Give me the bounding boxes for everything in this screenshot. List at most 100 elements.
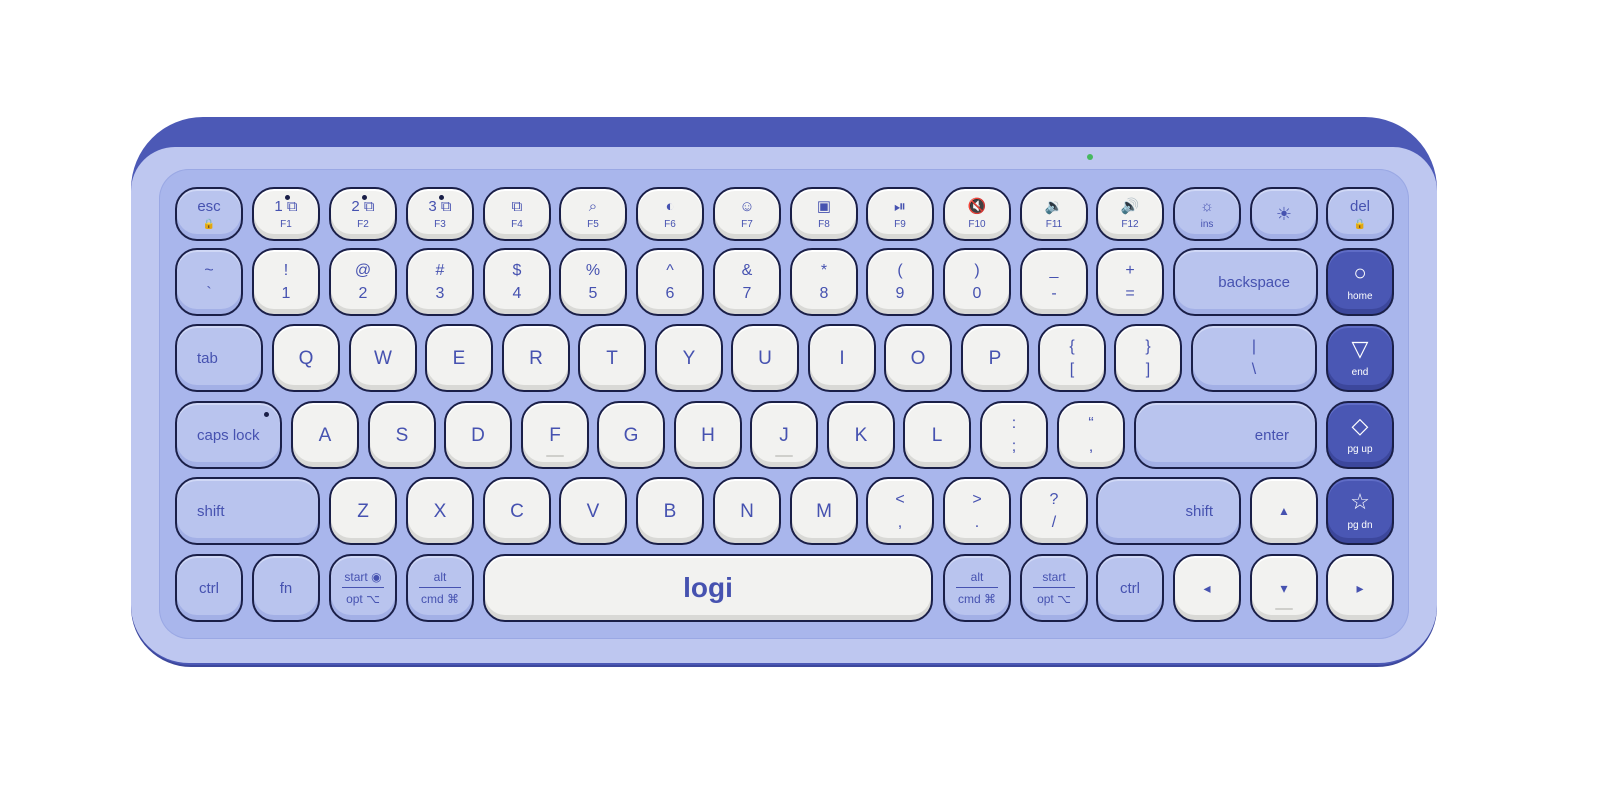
key-c[interactable]: C [483,477,551,545]
key-w[interactable]: W [349,324,417,392]
key-f8[interactable]: ▣ F8 [790,187,858,241]
star-icon: ☆ [1350,489,1370,514]
key-h[interactable]: H [674,401,742,469]
key-semicolon[interactable]: : ; [980,401,1048,469]
key-backslash[interactable]: | \ [1191,324,1317,392]
key-f12[interactable]: 🔊 F12 [1096,187,1164,241]
key-e[interactable]: E [425,324,493,392]
key-tab[interactable]: tab [175,324,263,392]
key-shift-label: ) [974,261,980,279]
key-6[interactable]: ^ 6 [636,248,704,316]
logi-logo: logi [683,572,733,603]
key-9[interactable]: ( 9 [866,248,934,316]
key-8[interactable]: * 8 [790,248,858,316]
key-del[interactable]: del 🔒 [1326,187,1394,241]
key-arrow-right[interactable]: ▸ [1326,554,1394,622]
key-ctrl-right[interactable]: ctrl [1096,554,1164,622]
key-quote[interactable]: “ ‚ [1057,401,1125,469]
lock-icon: 🔒 [1353,218,1367,230]
key-backtick[interactable]: ~ ` [175,248,243,316]
key-a[interactable]: A [291,401,359,469]
key-end[interactable]: ▽ end [1326,324,1394,392]
key-pg-dn[interactable]: ☆ pg dn [1326,477,1394,545]
key-backspace[interactable]: backspace [1173,248,1318,316]
key-l[interactable]: L [903,401,971,469]
key-label: / [1051,513,1057,531]
key-shift-left[interactable]: shift [175,477,320,545]
key-label: = [1125,284,1135,302]
key-equals[interactable]: + = [1096,248,1164,316]
key-j[interactable]: J [750,401,818,469]
key-4[interactable]: $ 4 [483,248,551,316]
key-enter[interactable]: enter [1134,401,1317,469]
key-f[interactable]: F [521,401,589,469]
key-sublabel: F1 [280,218,292,230]
key-g[interactable]: G [597,401,665,469]
key-f5[interactable]: ⌕ F5 [559,187,627,241]
key-t[interactable]: T [578,324,646,392]
key-f1[interactable]: 1 ⧉ F1 [252,187,320,241]
key-r[interactable]: R [502,324,570,392]
key-label: del [1349,197,1371,215]
key-period[interactable]: > . [943,477,1011,545]
key-2[interactable]: @ 2 [329,248,397,316]
key-f3[interactable]: 3 ⧉ F3 [406,187,474,241]
key-q[interactable]: Q [272,324,340,392]
key-k[interactable]: K [827,401,895,469]
key-d[interactable]: D [444,401,512,469]
key-shift-label: { [1069,337,1075,355]
key-p[interactable]: P [961,324,1029,392]
key-esc[interactable]: esc 🔒 [175,187,243,241]
key-ctrl-left[interactable]: ctrl [175,554,243,622]
key-7[interactable]: & 7 [713,248,781,316]
key-start-opt-right[interactable]: start opt ⌥ [1020,554,1088,622]
key-f4[interactable]: ⧉ F4 [483,187,551,241]
key-f2[interactable]: 2 ⧉ F2 [329,187,397,241]
key-alt-cmd-right[interactable]: alt cmd ⌘ [943,554,1011,622]
diamond-icon: ◇ [1351,413,1369,438]
key-f6[interactable]: ◐ F6 [636,187,704,241]
key-pg-up[interactable]: ◇ pg up [1326,401,1394,469]
key-alt-cmd-left[interactable]: alt cmd ⌘ [406,554,474,622]
key-m[interactable]: M [790,477,858,545]
key-caps-lock[interactable]: caps lock [175,401,282,469]
key-label-mac: opt ⌥ [346,592,380,607]
key-o[interactable]: O [884,324,952,392]
key-1[interactable]: ! 1 [252,248,320,316]
key-v[interactable]: V [559,477,627,545]
key-slash[interactable]: ? / [1020,477,1088,545]
key-label: , [897,513,903,531]
key-3[interactable]: # 3 [406,248,474,316]
key-5[interactable]: % 5 [559,248,627,316]
key-f9[interactable]: ⏯ F9 [866,187,934,241]
key-s[interactable]: S [368,401,436,469]
key-shift-label: | [1251,337,1257,355]
key-brightness-up[interactable]: ☀ [1250,187,1318,241]
key-arrow-up[interactable]: ▲ [1250,477,1318,545]
key-sublabel: F6 [664,218,676,230]
key-brightness-down[interactable]: ☼ ins [1173,187,1241,241]
key-b[interactable]: B [636,477,704,545]
key-f7[interactable]: ☺ F7 [713,187,781,241]
key-arrow-down[interactable]: ▾ [1250,554,1318,622]
key-space[interactable]: logi [483,554,933,622]
key-home[interactable]: ○ home [1326,248,1394,316]
key-x[interactable]: X [406,477,474,545]
key-n[interactable]: N [713,477,781,545]
key-minus[interactable]: _ - [1020,248,1088,316]
key-f10[interactable]: 🔇 F10 [943,187,1011,241]
key-i[interactable]: I [808,324,876,392]
key-comma[interactable]: < , [866,477,934,545]
key-fn[interactable]: fn [252,554,320,622]
key-u[interactable]: U [731,324,799,392]
indicator-dot [362,195,367,200]
key-y[interactable]: Y [655,324,723,392]
key-bracket-right[interactable]: } ] [1114,324,1182,392]
key-shift-right[interactable]: shift [1096,477,1241,545]
key-start-opt-left[interactable]: start ◉ opt ⌥ [329,554,397,622]
key-bracket-left[interactable]: { [ [1038,324,1106,392]
key-f11[interactable]: 🔉 F11 [1020,187,1088,241]
key-z[interactable]: Z [329,477,397,545]
key-0[interactable]: ) 0 [943,248,1011,316]
key-arrow-left[interactable]: ◂ [1173,554,1241,622]
